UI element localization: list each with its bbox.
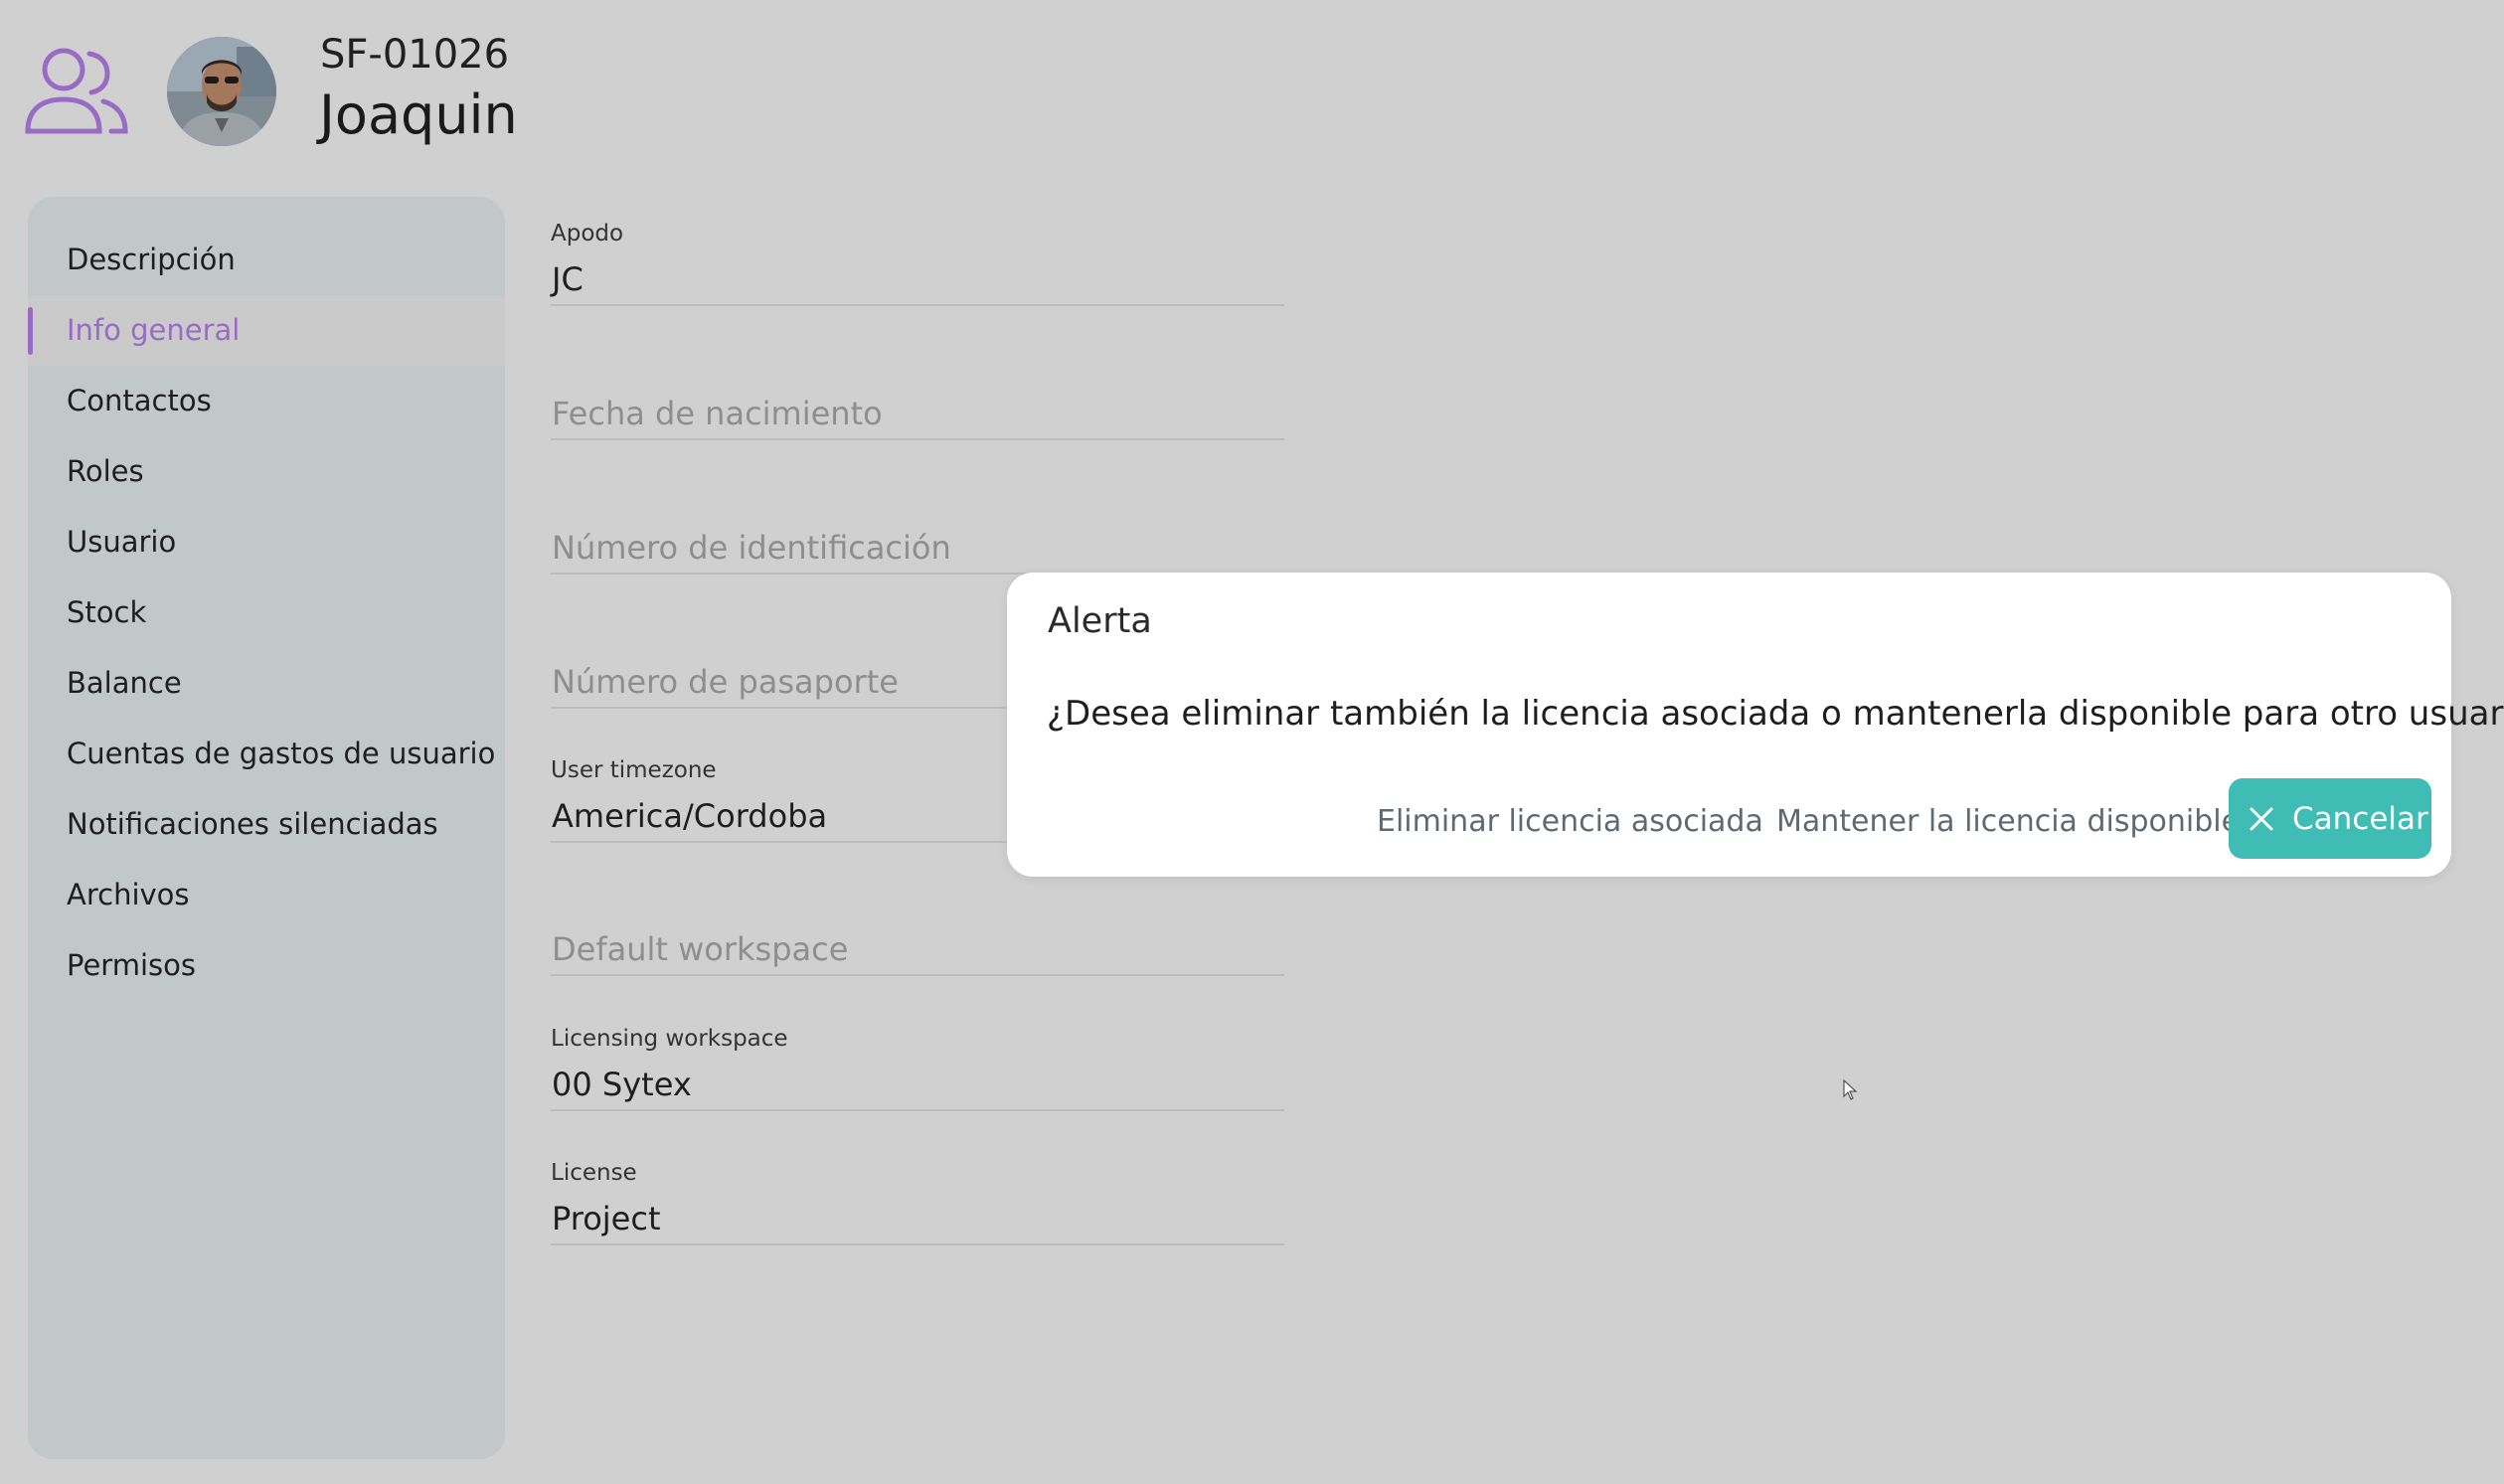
apodo-label: Apodo [551, 221, 624, 247]
fecha-nacimiento-field[interactable]: Fecha de nacimiento [551, 348, 1284, 440]
alert-dialog: Alerta ¿Desea eliminar también la licenc… [1007, 573, 2504, 877]
licensing-workspace-label: Licensing workspace [551, 1026, 788, 1052]
licensing-workspace-field[interactable]: Licensing workspace 00 Sytex [551, 1020, 1284, 1111]
avatar[interactable] [167, 37, 276, 146]
default-workspace-field[interactable]: Default workspace [551, 885, 1284, 976]
dialog-title: Alerta [1048, 601, 1152, 641]
close-icon [2250, 807, 2273, 830]
license-value: Project [552, 1200, 661, 1237]
user-timezone-value: America/Cordoba [552, 797, 828, 835]
sidebar-item-stock[interactable]: Stock [28, 577, 505, 648]
sidebar-item-contactos[interactable]: Contactos [28, 366, 505, 436]
record-name: Joaquin [319, 83, 518, 146]
default-workspace-placeholder: Default workspace [552, 930, 849, 968]
numero-identificacion-field[interactable]: Número de identificación [551, 482, 1284, 575]
numero-pasaporte-placeholder: Número de pasaporte [552, 663, 899, 701]
record-code: SF-01026 [320, 32, 510, 78]
sidebar-item-cuentas-gastos[interactable]: Cuentas de gastos de usuario [28, 719, 505, 789]
dialog-message: ¿Desea eliminar también la licencia asoc… [1047, 694, 2504, 734]
licensing-workspace-value: 00 Sytex [552, 1066, 692, 1103]
cancel-button[interactable]: Cancelar [2229, 778, 2431, 859]
sidebar-item-usuario[interactable]: Usuario [28, 507, 505, 577]
avatar-photo [167, 37, 276, 146]
fecha-nacimiento-placeholder: Fecha de nacimiento [552, 395, 883, 432]
sidebar-item-roles[interactable]: Roles [28, 436, 505, 507]
sidebar-item-archivos[interactable]: Archivos [28, 860, 505, 930]
mouse-cursor-icon [1843, 1079, 1858, 1100]
sidebar-item-descripcion[interactable]: Descripción [28, 225, 505, 295]
apodo-field[interactable]: Apodo JC [551, 215, 1284, 306]
numero-identificacion-placeholder: Número de identificación [552, 529, 951, 567]
sidebar: Descripción Info general Contactos Roles… [28, 197, 505, 1459]
license-label: License [551, 1160, 637, 1186]
cancel-label: Cancelar [2292, 800, 2428, 837]
users-icon [25, 48, 128, 134]
mantener-licencia-button[interactable]: Mantener la licencia disponible [1776, 795, 2240, 849]
license-field[interactable]: License Project [551, 1154, 1284, 1245]
sidebar-item-permisos[interactable]: Permisos [28, 930, 505, 1001]
sidebar-item-info-general[interactable]: Info general [28, 295, 505, 366]
eliminar-licencia-button[interactable]: Eliminar licencia asociada [1377, 795, 1763, 849]
sidebar-item-balance[interactable]: Balance [28, 648, 505, 719]
user-timezone-label: User timezone [551, 757, 717, 783]
sidebar-item-notificaciones[interactable]: Notificaciones silenciadas [28, 789, 505, 860]
apodo-value: JC [552, 260, 584, 298]
page: SF-01026 Joaquin Descripción Info genera… [0, 0, 2504, 1484]
